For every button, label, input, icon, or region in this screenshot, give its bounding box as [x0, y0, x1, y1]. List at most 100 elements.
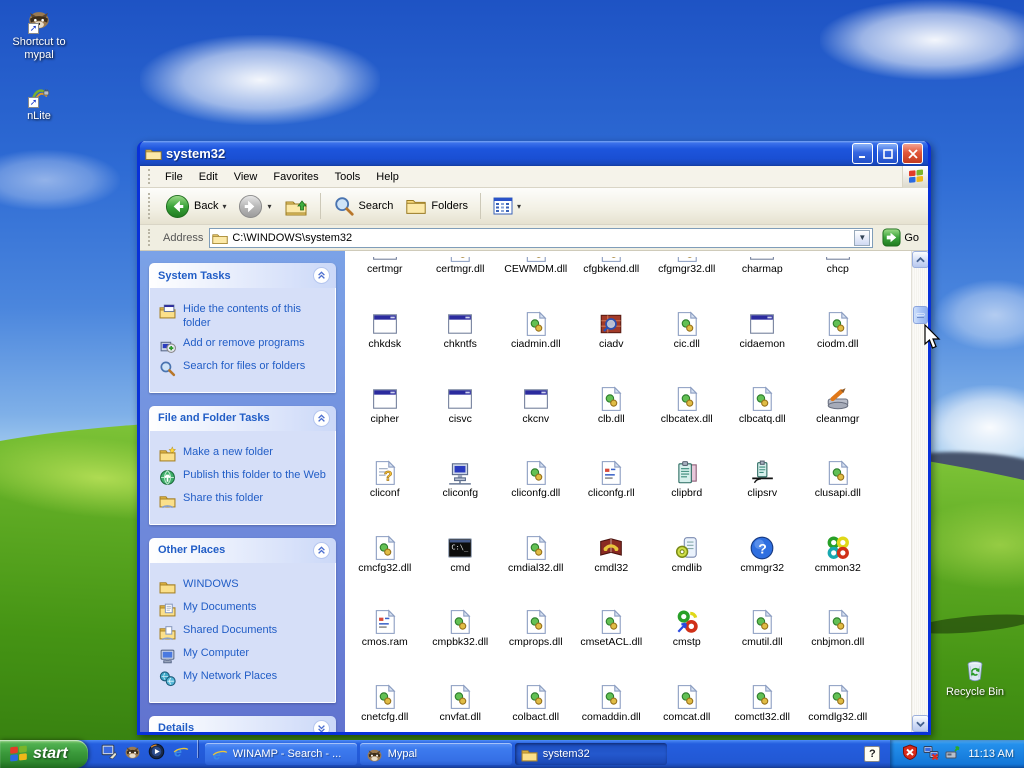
back-dropdown[interactable]: ▾: [222, 202, 226, 211]
menu-help[interactable]: Help: [368, 168, 407, 186]
scroll-up-button[interactable]: [912, 251, 928, 268]
file-cnvfat-dll[interactable]: cnvfat.dll: [423, 650, 499, 725]
panel-header[interactable]: File and Folder Tasks: [149, 405, 336, 431]
file-cmcfg32-dll[interactable]: cmcfg32.dll: [347, 501, 423, 576]
file-charmap[interactable]: charmap: [725, 251, 801, 277]
file-clbcatq-dll[interactable]: clbcatq.dll: [725, 352, 801, 427]
scroll-down-button[interactable]: [912, 715, 928, 732]
task-link-make-a-new-folder[interactable]: Make a new folder: [159, 446, 330, 463]
scrollbar-thumb[interactable]: [913, 306, 928, 324]
file-cewmdm-dll[interactable]: CEWMDM.dll: [498, 251, 574, 277]
search-button[interactable]: Search: [329, 193, 398, 219]
file-ciodm-dll[interactable]: ciodm.dll: [800, 277, 876, 352]
file-cleanmgr[interactable]: cleanmgr: [800, 352, 876, 427]
file-cmpbk32-dll[interactable]: cmpbk32.dll: [423, 575, 499, 650]
close-button[interactable]: [902, 143, 923, 164]
task-link-add-or-remove-programs[interactable]: Add or remove programs: [159, 337, 330, 354]
file-cliconfg-rll[interactable]: cliconfg.rll: [574, 426, 650, 501]
file-certmgr-dll[interactable]: certmgr.dll: [423, 251, 499, 277]
menu-view[interactable]: View: [226, 168, 266, 186]
file-cisvc[interactable]: cisvc: [423, 352, 499, 427]
file-cmmon32[interactable]: cmmon32: [800, 501, 876, 576]
file-cmmgr32[interactable]: ? cmmgr32: [725, 501, 801, 576]
file-certmgr[interactable]: certmgr: [347, 251, 423, 277]
back-button[interactable]: Back ▾: [161, 192, 230, 221]
title-bar[interactable]: system32: [140, 141, 928, 166]
file-clb-dll[interactable]: clb.dll: [574, 352, 650, 427]
file-cmdlib[interactable]: cmdlib: [649, 501, 725, 576]
file-cmutil-dll[interactable]: cmutil.dll: [725, 575, 801, 650]
views-button[interactable]: ▾: [489, 194, 525, 218]
task-link-publish-this-folder-to-the-web[interactable]: Publish this folder to the Web: [159, 469, 330, 486]
panel-header[interactable]: Other Places: [149, 537, 336, 563]
quick-launch-mypal[interactable]: [124, 743, 141, 765]
file-clipsrv[interactable]: clipsrv: [725, 426, 801, 501]
minimize-button[interactable]: [852, 143, 873, 164]
task-link-my-documents[interactable]: My Documents: [159, 601, 330, 618]
desktop-icon-shortcut-to-mypal[interactable]: ➚ Shortcut to mypal: [0, 8, 78, 61]
file-clbcatex-dll[interactable]: clbcatex.dll: [649, 352, 725, 427]
file-cmdl32[interactable]: cmdl32: [574, 501, 650, 576]
task-link-search-for-files-or-folders[interactable]: Search for files or folders: [159, 360, 330, 377]
desktop-icon-recycle-bin[interactable]: Recycle Bin: [936, 658, 1014, 699]
file-comcat-dll[interactable]: comcat.dll: [649, 650, 725, 725]
address-dropdown[interactable]: ▼: [854, 229, 871, 246]
file-cidaemon[interactable]: cidaemon: [725, 277, 801, 352]
menu-tools[interactable]: Tools: [327, 168, 369, 186]
file-cmd[interactable]: C:\_ cmd: [423, 501, 499, 576]
file-cfgmgr32-dll[interactable]: cfgmgr32.dll: [649, 251, 725, 277]
task-button-system32[interactable]: system32: [514, 743, 667, 765]
file-cliconfg[interactable]: cliconfg: [423, 426, 499, 501]
panel-header[interactable]: System Tasks: [149, 263, 336, 288]
file-cmprops-dll[interactable]: cmprops.dll: [498, 575, 574, 650]
chevron-down-icon[interactable]: [313, 719, 330, 732]
menu-edit[interactable]: Edit: [191, 168, 226, 186]
file-cmdial32-dll[interactable]: cmdial32.dll: [498, 501, 574, 576]
file-cmos-ram[interactable]: cmos.ram: [347, 575, 423, 650]
file-cmsetacl-dll[interactable]: cmsetACL.dll: [574, 575, 650, 650]
tray-network-warning-icon[interactable]: [923, 744, 939, 765]
file-cnbjmon-dll[interactable]: cnbjmon.dll: [800, 575, 876, 650]
vertical-scrollbar[interactable]: [911, 251, 928, 732]
file-cliconfg-dll[interactable]: cliconfg.dll: [498, 426, 574, 501]
tray-security-alert-icon[interactable]: [902, 743, 918, 765]
up-button[interactable]: [280, 192, 312, 220]
file-comdlg32-dll[interactable]: comdlg32.dll: [800, 650, 876, 725]
file-clusapi-dll[interactable]: clusapi.dll: [800, 426, 876, 501]
menu-file[interactable]: File: [157, 168, 191, 186]
file-cipher[interactable]: cipher: [347, 352, 423, 427]
quick-launch-show-desktop[interactable]: [100, 743, 117, 765]
file-cic-dll[interactable]: cic.dll: [649, 277, 725, 352]
file-clipbrd[interactable]: clipbrd: [649, 426, 725, 501]
task-link-my-computer[interactable]: My Computer: [159, 647, 330, 664]
file-ciadmin-dll[interactable]: ciadmin.dll: [498, 277, 574, 352]
task-link-windows[interactable]: WINDOWS: [159, 578, 330, 595]
chevron-up-icon[interactable]: [313, 409, 330, 427]
help-indicator-icon[interactable]: ?: [864, 746, 881, 762]
forward-dropdown[interactable]: ▾: [267, 202, 271, 211]
task-link-my-network-places[interactable]: My Network Places: [159, 670, 330, 687]
task-link-hide-the-contents-of-this-folder[interactable]: Hide the contents of this folder: [159, 303, 330, 331]
file-colbact-dll[interactable]: colbact.dll: [498, 650, 574, 725]
menu-favorites[interactable]: Favorites: [265, 168, 326, 186]
file-ciadv[interactable]: ciadv: [574, 277, 650, 352]
forward-button[interactable]: ▾: [234, 192, 275, 221]
file-comctl32-dll[interactable]: comctl32.dll: [725, 650, 801, 725]
panel-header[interactable]: Details: [149, 715, 336, 732]
quick-launch-media-player[interactable]: [148, 743, 165, 765]
chevron-up-icon[interactable]: [313, 541, 330, 559]
task-link-shared-documents[interactable]: Shared Documents: [159, 624, 330, 641]
start-button[interactable]: start: [0, 740, 88, 768]
chevron-up-icon[interactable]: [313, 267, 330, 284]
file-cliconf[interactable]: ? cliconf: [347, 426, 423, 501]
quick-launch-internet-explorer[interactable]: e: [172, 743, 189, 765]
maximize-button[interactable]: [877, 143, 898, 164]
file-cmstp[interactable]: cmstp: [649, 575, 725, 650]
desktop-icon-nlite[interactable]: ➚ nLite: [0, 82, 78, 123]
task-button-mypal[interactable]: Mypal: [359, 743, 512, 765]
views-dropdown[interactable]: ▾: [517, 202, 521, 211]
tray-safely-remove-icon[interactable]: [944, 744, 960, 765]
file-comaddin-dll[interactable]: comaddin.dll: [574, 650, 650, 725]
folders-button[interactable]: Folders: [401, 193, 472, 219]
task-link-share-this-folder[interactable]: Share this folder: [159, 492, 330, 509]
